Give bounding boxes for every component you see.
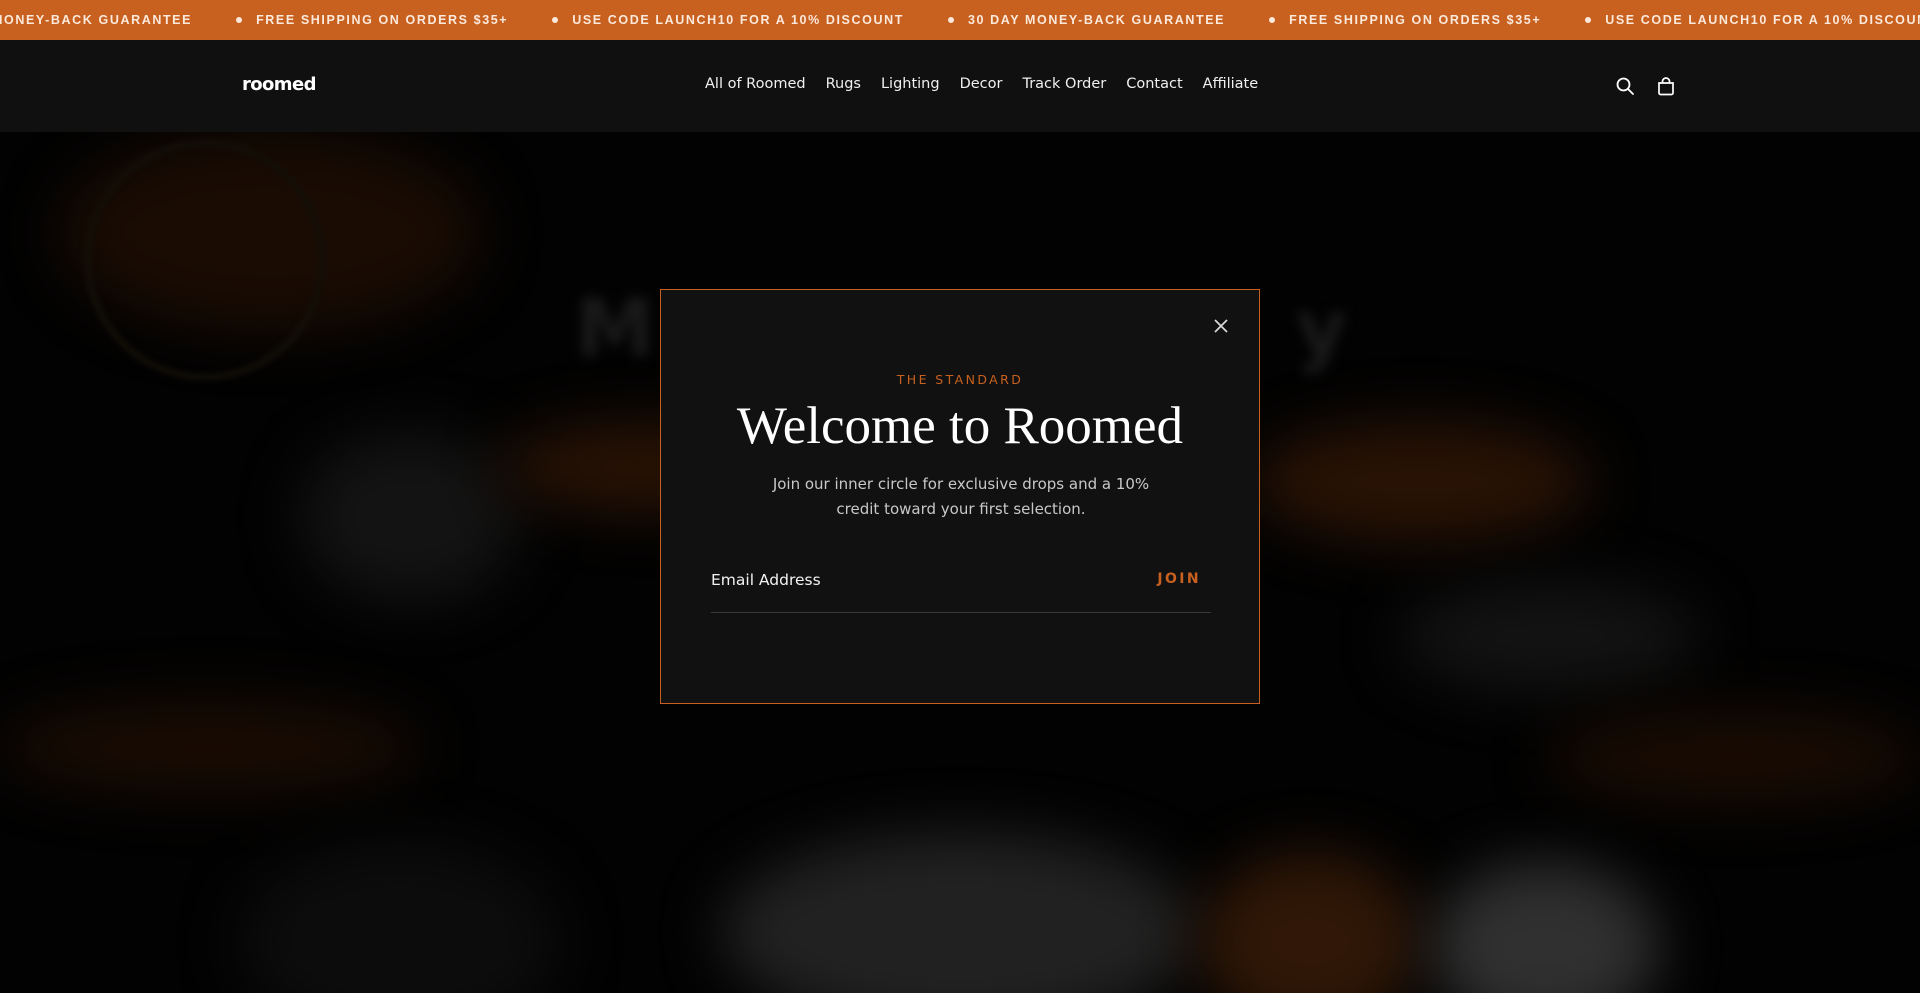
bullet-icon bbox=[1585, 17, 1592, 23]
nav-item-all[interactable]: All of Roomed bbox=[705, 76, 806, 92]
announcement-item: USE CODE LAUNCH10 FOR A 10% DISCOUNT bbox=[508, 13, 904, 27]
nav-item-affiliate[interactable]: Affiliate bbox=[1203, 76, 1259, 92]
bullet-icon bbox=[1269, 17, 1276, 23]
modal-description: Join our inner circle for exclusive drop… bbox=[772, 475, 1150, 518]
nav-item-track-order[interactable]: Track Order bbox=[1022, 76, 1106, 92]
join-button[interactable]: JOIN bbox=[1157, 571, 1201, 587]
announcement-item: FREE SHIPPING ON ORDERS $35+ bbox=[192, 13, 508, 27]
bullet-icon bbox=[552, 17, 559, 23]
announcement-item: FREE SHIPPING ON ORDERS $35+ bbox=[1225, 13, 1541, 27]
email-field[interactable] bbox=[711, 558, 1111, 602]
nav-item-rugs[interactable]: Rugs bbox=[826, 76, 861, 92]
site-header: roomed All of Roomed Rugs Lighting Decor… bbox=[0, 40, 1920, 132]
announcement-item: MONEY-BACK GUARANTEE bbox=[0, 13, 193, 27]
bullet-icon bbox=[947, 17, 954, 23]
nav-item-lighting[interactable]: Lighting bbox=[881, 76, 940, 92]
modal-eyebrow: THE STANDARD bbox=[896, 372, 1024, 387]
nav-item-decor[interactable]: Decor bbox=[960, 76, 1003, 92]
signup-form: JOIN bbox=[711, 558, 1211, 613]
announcement-bar: MONEY-BACK GUARANTEE FREE SHIPPING ON OR… bbox=[0, 0, 1920, 40]
announcement-track: MONEY-BACK GUARANTEE FREE SHIPPING ON OR… bbox=[0, 0, 1920, 40]
nav-item-contact[interactable]: Contact bbox=[1126, 76, 1182, 92]
close-icon[interactable] bbox=[1209, 314, 1233, 338]
announcement-item: 30 DAY MONEY-BACK GUARANTEE bbox=[904, 13, 1225, 27]
modal-title: Welcome to Roomed bbox=[736, 397, 1184, 455]
main-nav: All of Roomed Rugs Lighting Decor Track … bbox=[705, 76, 1278, 92]
newsletter-modal: THE STANDARD Welcome to Roomed Join our … bbox=[660, 289, 1260, 704]
bullet-icon bbox=[236, 17, 243, 23]
cart-icon[interactable] bbox=[1655, 75, 1677, 97]
announcement-item: USE CODE LAUNCH10 FOR A 10% DISCOUNT bbox=[1541, 13, 1920, 27]
logo[interactable]: roomed bbox=[242, 74, 316, 95]
search-icon[interactable] bbox=[1614, 75, 1636, 97]
